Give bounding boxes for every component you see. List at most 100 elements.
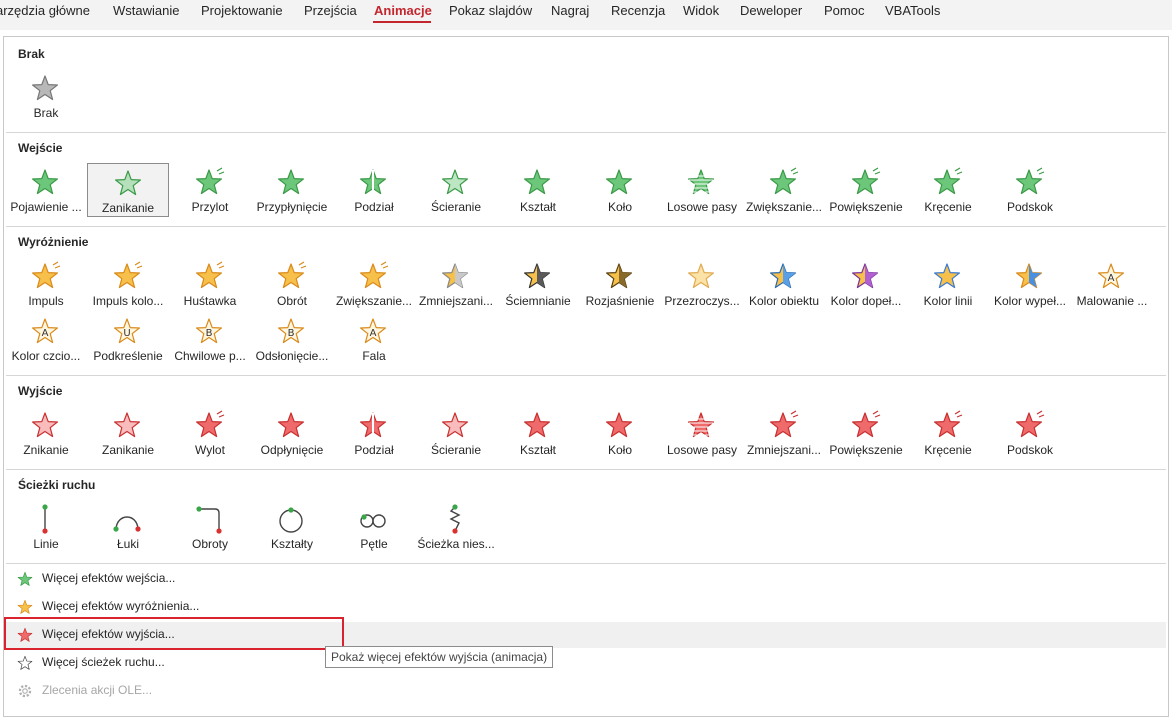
- tab-3[interactable]: Przejścia: [304, 3, 357, 18]
- effect-entrance-11[interactable]: Kręcenie: [907, 163, 989, 217]
- effect-emphasis-9[interactable]: Kolor obiektu: [743, 257, 825, 311]
- effect-emphasis-2[interactable]: Huśtawka: [169, 257, 251, 311]
- effect-entrance-8[interactable]: Losowe pasy: [661, 163, 743, 217]
- star-green-fly-in-icon: [193, 166, 225, 198]
- star-orange-color-pulse-icon: [111, 260, 143, 292]
- star-orange-icon: [16, 598, 34, 616]
- star-bold-flash-icon: B: [193, 315, 225, 347]
- effect-entrance-1[interactable]: Zanikanie: [87, 163, 169, 217]
- svg-text:U: U: [123, 328, 130, 339]
- svg-text:A: A: [42, 328, 49, 339]
- tab-1[interactable]: Wstawianie: [113, 3, 179, 18]
- effect-label: Kształty: [270, 537, 313, 551]
- effect-motion-1[interactable]: Łuki: [87, 500, 169, 554]
- effect-none-0[interactable]: Brak: [5, 69, 87, 123]
- effect-label: Przypłynięcie: [256, 200, 328, 214]
- effect-exit-2[interactable]: Wylot: [169, 406, 251, 460]
- effect-entrance-2[interactable]: Przylot: [169, 163, 251, 217]
- tab-5[interactable]: Pokaz slajdów: [449, 3, 532, 18]
- effect-emphasis-14[interactable]: A Kolor czcio...: [5, 312, 87, 366]
- star-green-icon: [16, 570, 34, 588]
- effect-emphasis-15[interactable]: U Podkreślenie: [87, 312, 169, 366]
- effect-emphasis-12[interactable]: Kolor wypeł...: [989, 257, 1071, 311]
- effect-exit-12[interactable]: Podskok: [989, 406, 1071, 460]
- effect-label: Podskok: [1006, 200, 1054, 214]
- effect-emphasis-7[interactable]: Rozjaśnienie: [579, 257, 661, 311]
- effect-exit-6[interactable]: Kształt: [497, 406, 579, 460]
- effect-emphasis-1[interactable]: Impuls kolo...: [87, 257, 169, 311]
- effect-emphasis-0[interactable]: Impuls: [5, 257, 87, 311]
- tab-6[interactable]: Nagraj: [551, 3, 589, 18]
- effect-exit-7[interactable]: Koło: [579, 406, 661, 460]
- effect-entrance-9[interactable]: Zwiększanie...: [743, 163, 825, 217]
- star-green-bounce-icon: [1013, 166, 1045, 198]
- effect-exit-10[interactable]: Powiększenie: [825, 406, 907, 460]
- effect-emphasis-18[interactable]: A Fala: [333, 312, 415, 366]
- effect-entrance-3[interactable]: Przypłynięcie: [251, 163, 333, 217]
- effect-emphasis-13[interactable]: A Malowanie ...: [1071, 257, 1153, 311]
- section-title-motion: Ścieżki ruchu: [18, 478, 96, 492]
- effect-motion-0[interactable]: Linie: [5, 500, 87, 554]
- section-separator: [6, 563, 1166, 564]
- command-0[interactable]: Więcej efektów wejścia...: [6, 566, 1166, 592]
- effect-label: Pojawienie ...: [10, 200, 82, 214]
- effect-exit-3[interactable]: Odpłynięcie: [251, 406, 333, 460]
- tab-9[interactable]: Deweloper: [740, 3, 802, 18]
- tab-0[interactable]: arzędzia główne: [0, 3, 90, 18]
- effect-exit-5[interactable]: Ścieranie: [415, 406, 497, 460]
- motion-line-icon: [29, 503, 61, 535]
- effect-exit-1[interactable]: Zanikanie: [87, 406, 169, 460]
- tab-8[interactable]: Widok: [683, 3, 719, 18]
- effect-label: Łuki: [116, 537, 139, 551]
- effect-motion-4[interactable]: Pętle: [333, 500, 415, 554]
- star-green-swivel-icon: [931, 166, 963, 198]
- svg-text:A: A: [370, 328, 377, 339]
- command-3[interactable]: Więcej ścieżek ruchu...: [6, 650, 1166, 676]
- effect-entrance-6[interactable]: Kształt: [497, 163, 579, 217]
- effect-exit-9[interactable]: Zmniejszani...: [743, 406, 825, 460]
- command-4[interactable]: Zlecenia akcji OLE...: [6, 678, 1166, 704]
- star-green-split-icon: [357, 166, 389, 198]
- effect-emphasis-5[interactable]: Zmniejszani...: [415, 257, 497, 311]
- effect-entrance-10[interactable]: Powiększenie: [825, 163, 907, 217]
- effect-exit-4[interactable]: Podział: [333, 406, 415, 460]
- star-red-wipe-icon: [439, 409, 471, 441]
- tab-4[interactable]: Animacje: [374, 3, 432, 18]
- effect-label: Linie: [33, 537, 59, 551]
- star-brown-lighten-icon: [603, 260, 635, 292]
- effect-exit-11[interactable]: Kręcenie: [907, 406, 989, 460]
- effect-entrance-12[interactable]: Podskok: [989, 163, 1071, 217]
- effect-emphasis-8[interactable]: Przezroczys...: [661, 257, 743, 311]
- effect-entrance-7[interactable]: Koło: [579, 163, 661, 217]
- effect-label: Odpłynięcie: [260, 443, 324, 457]
- effect-label: Impuls kolo...: [92, 294, 164, 308]
- effect-label: Podskok: [1006, 443, 1054, 457]
- star-orange-spin-icon: [275, 260, 307, 292]
- effect-motion-2[interactable]: Obroty: [169, 500, 251, 554]
- effect-entrance-4[interactable]: Podział: [333, 163, 415, 217]
- effect-label: Powiększenie: [829, 443, 903, 457]
- star-orange-pulse-icon: [29, 260, 61, 292]
- tab-7[interactable]: Recenzja: [611, 3, 665, 18]
- effect-label: Kolor dopeł...: [830, 294, 902, 308]
- effect-exit-8[interactable]: Losowe pasy: [661, 406, 743, 460]
- tab-2[interactable]: Projektowanie: [201, 3, 283, 18]
- star-line-color-icon: [931, 260, 963, 292]
- tab-10[interactable]: Pomoc: [824, 3, 864, 18]
- effect-emphasis-4[interactable]: Zwiększanie...: [333, 257, 415, 311]
- effect-entrance-0[interactable]: Pojawienie ...: [5, 163, 87, 217]
- effect-emphasis-11[interactable]: Kolor linii: [907, 257, 989, 311]
- effect-emphasis-6[interactable]: Ściemnianie: [497, 257, 579, 311]
- effect-emphasis-16[interactable]: B Chwilowe p...: [169, 312, 251, 366]
- effect-label: Obroty: [191, 537, 228, 551]
- tab-11[interactable]: VBATools: [885, 3, 940, 18]
- star-complementary-color-icon: [849, 260, 881, 292]
- effect-emphasis-17[interactable]: B Odsłonięcie...: [251, 312, 333, 366]
- effect-motion-5[interactable]: Ścieżka nies...: [415, 500, 497, 554]
- effect-emphasis-10[interactable]: Kolor dopeł...: [825, 257, 907, 311]
- effect-entrance-5[interactable]: Ścieranie: [415, 163, 497, 217]
- star-gray-desaturate-icon: [439, 260, 471, 292]
- effect-motion-3[interactable]: Kształty: [251, 500, 333, 554]
- effect-emphasis-3[interactable]: Obrót: [251, 257, 333, 311]
- effect-exit-0[interactable]: Znikanie: [5, 406, 87, 460]
